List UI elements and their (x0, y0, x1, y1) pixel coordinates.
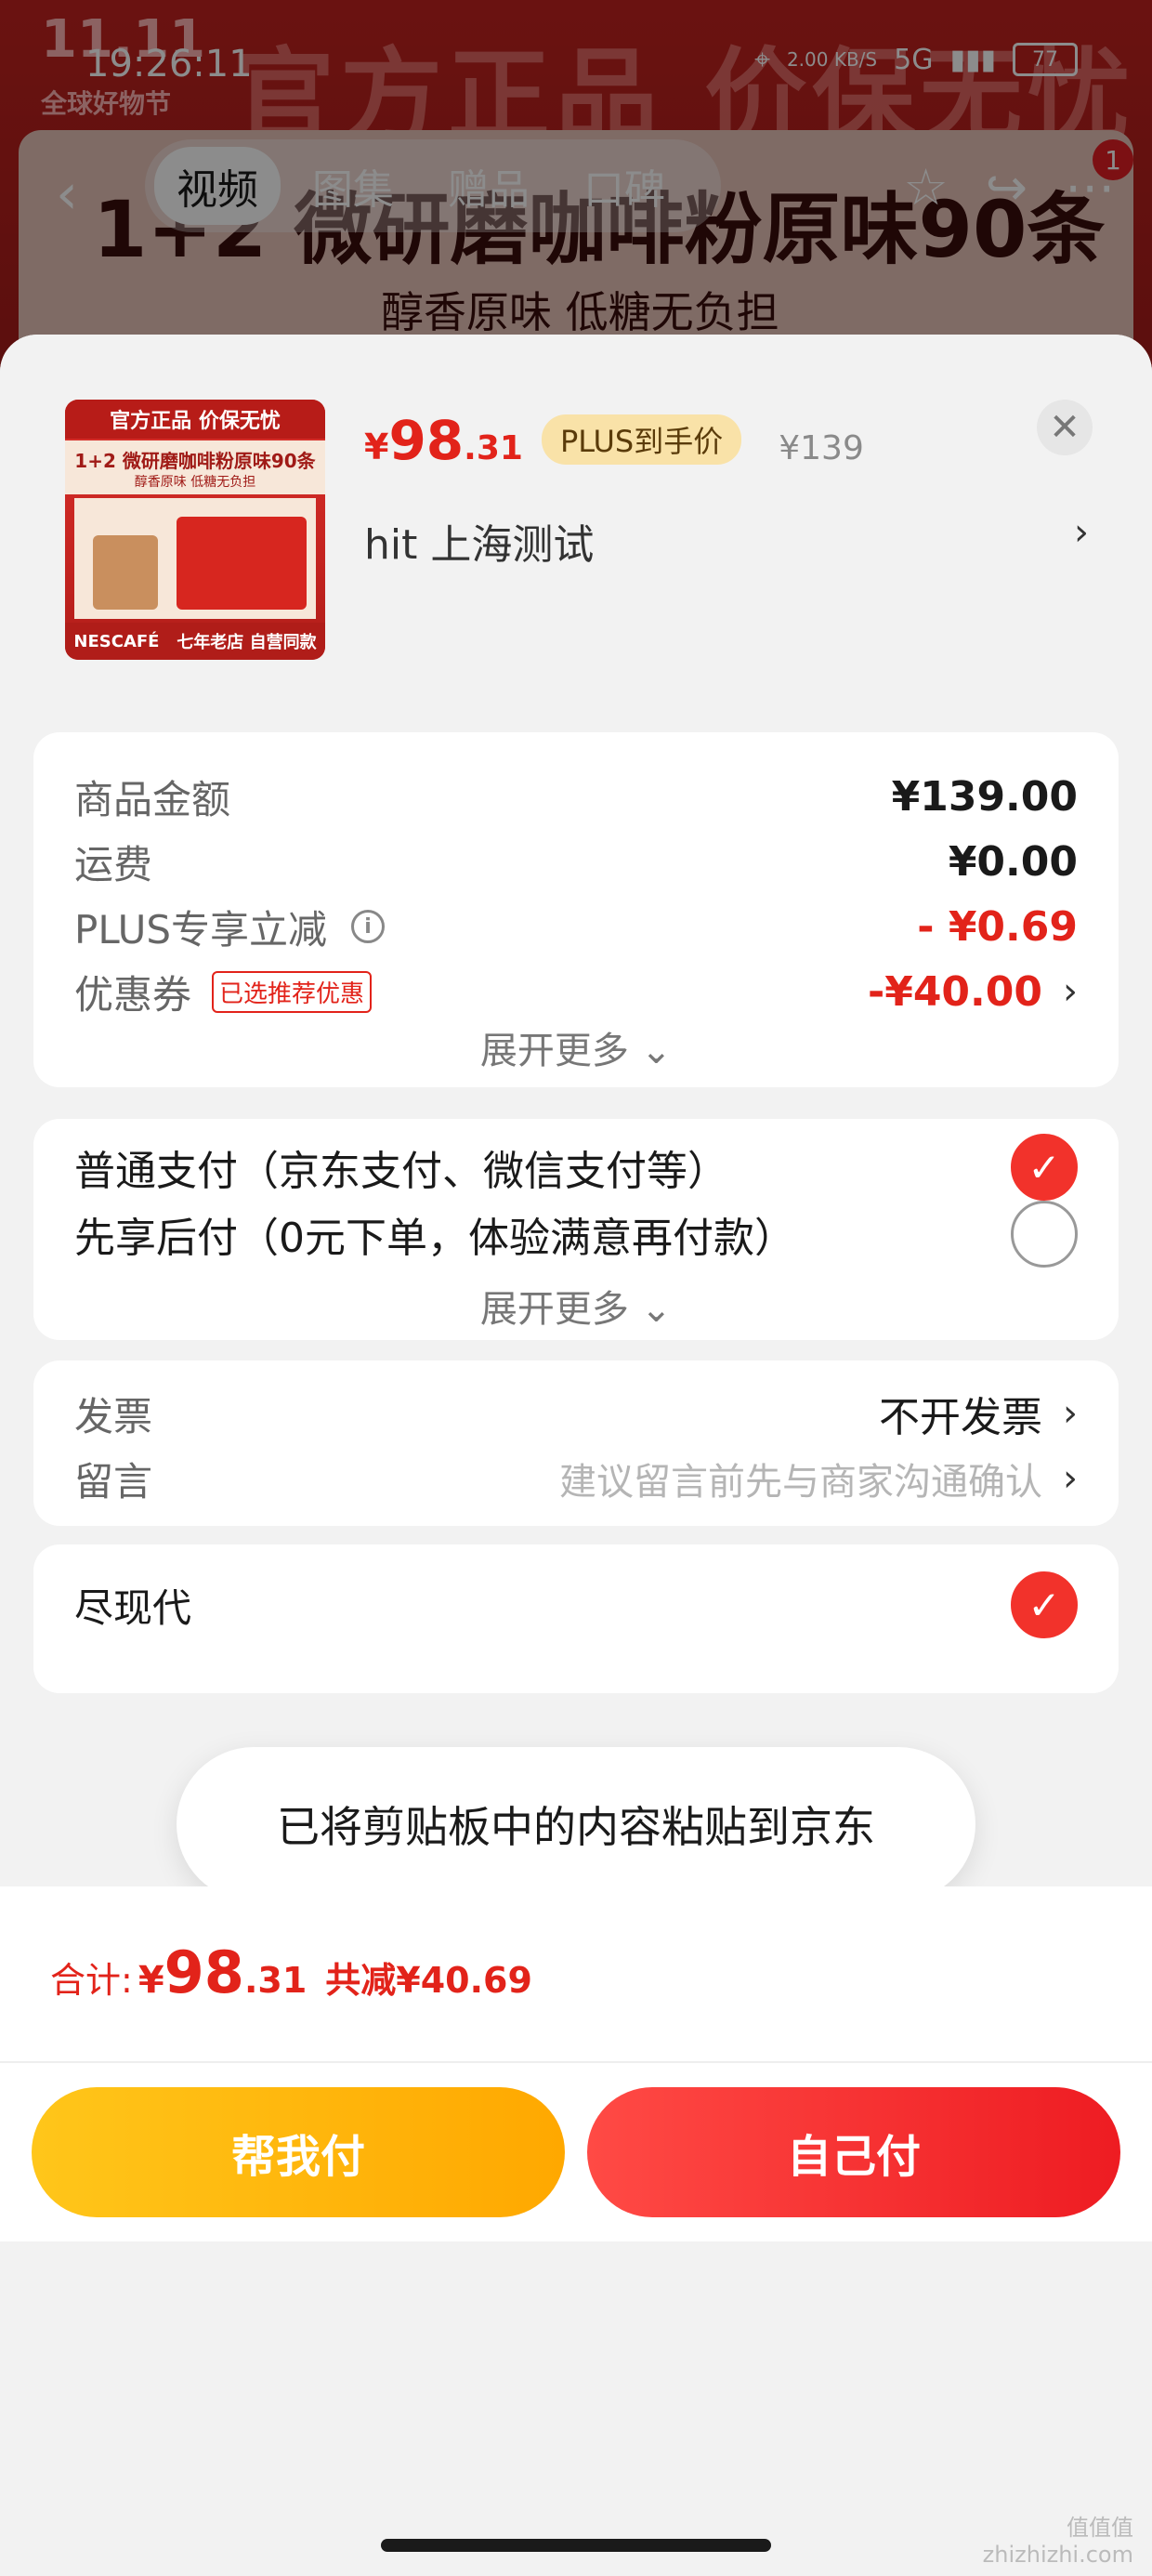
coupon-tag: 已选推荐优惠 (212, 970, 373, 1013)
payment-card: 普通支付（京东支付、微信支付等） ✓ 先享后付（0元下单，体验满意再付款） 展开… (33, 1119, 1119, 1340)
chevron-right-icon: › (1063, 1392, 1078, 1435)
clipboard-toast: 已将剪贴板中的内容粘贴到京东 (177, 1747, 975, 1901)
expand-more-payment[interactable]: 展开更多 ⌄ (33, 1279, 1119, 1333)
thumb-top-text: 官方正品 价保无忧 (65, 400, 325, 439)
invoice-row[interactable]: 发票 不开发票 › (74, 1381, 1078, 1446)
thumb-brand: NESCAFÉ (73, 631, 160, 651)
pay-myself-button[interactable]: 自己付 (587, 2087, 1120, 2217)
radio-checked-icon[interactable]: ✓ (1011, 1571, 1078, 1638)
original-price: ¥139 (779, 429, 864, 467)
total-savings: 共减¥40.69 (325, 1960, 532, 2001)
home-indicator[interactable] (381, 2539, 771, 2552)
info-icon[interactable]: i (351, 910, 386, 943)
payment-option-pay-later[interactable]: 先享后付（0元下单，体验满意再付款） (74, 1197, 1078, 1271)
summary-row-goods: 商品金额 ¥139.00 (74, 772, 1078, 822)
chevron-right-icon: › (1074, 511, 1089, 554)
thumb-footer: NESCAFÉ 七年老店 自营同款 (65, 623, 325, 660)
price-row: ¥98.31 PLUS到手价 ¥139 (364, 409, 864, 472)
divider (0, 2061, 1152, 2063)
coffee-box-image (177, 517, 307, 610)
total-row: 合计: ¥98.31 共减¥40.69 (50, 1939, 532, 2006)
payment-option-standard[interactable]: 普通支付（京东支付、微信支付等） ✓ (74, 1130, 1078, 1204)
thumb-image (74, 498, 316, 619)
background-product-page: 11.11 全球好物节 官方正品 价保无忧 19:26:11 ⌖ 2.00 KB… (0, 0, 1152, 390)
product-thumbnail: 官方正品 价保无忧 1+2 微研磨咖啡粉原味90条 醇香原味 低糖无负担 NES… (65, 400, 325, 660)
radio-unchecked-icon[interactable] (1011, 1201, 1078, 1268)
summary-row-coupon[interactable]: 优惠券 已选推荐优惠 -¥40.00 › (74, 959, 1078, 1024)
summary-row-shipping: 运费 ¥0.00 (74, 837, 1078, 887)
product-price: ¥98.31 (364, 409, 523, 472)
order-extra-card: 发票 不开发票 › 留言 建议留言前先与商家沟通确认 › (33, 1360, 1119, 1526)
address-selector[interactable]: hit 上海测试 › (364, 511, 1089, 571)
thumb-store: 七年老店 自营同款 (177, 633, 317, 652)
radio-checked-icon[interactable]: ✓ (1011, 1134, 1078, 1201)
partial-card: 尽现代 ✓ (33, 1544, 1119, 1693)
chevron-right-icon: › (1063, 970, 1078, 1013)
chevron-right-icon: › (1063, 1457, 1078, 1500)
total-label: 合计: (50, 1960, 133, 2001)
checkout-bottom-bar: 合计: ¥98.31 共减¥40.69 帮我付 自己付 (0, 1886, 1152, 2241)
close-button[interactable]: ✕ (1037, 400, 1093, 455)
message-row[interactable]: 留言 建议留言前先与商家沟通确认 › (74, 1446, 1078, 1511)
thumb-subtitle: 醇香原味 低糖无负担 (65, 472, 325, 494)
message-input[interactable]: 建议留言前先与商家沟通确认 (559, 1452, 1042, 1505)
dim-overlay[interactable] (0, 0, 1152, 390)
price-summary-card: 商品金额 ¥139.00 运费 ¥0.00 PLUS专享立减 i - ¥0.69… (33, 732, 1119, 1087)
expand-more-summary[interactable]: 展开更多 ⌄ (33, 1020, 1119, 1074)
coffee-cup-image (93, 535, 158, 610)
help-me-pay-button[interactable]: 帮我付 (32, 2087, 565, 2217)
total-price: ¥98.31 (137, 1939, 308, 2006)
watermark: 值值值 zhizhizhi.com (982, 2515, 1133, 2568)
address-text: hit 上海测试 (364, 521, 595, 569)
product-header: 官方正品 价保无忧 1+2 微研磨咖啡粉原味90条 醇香原味 低糖无负担 NES… (0, 335, 1152, 725)
plus-price-badge: PLUS到手价 (541, 414, 742, 465)
summary-row-plus: PLUS专享立减 i - ¥0.69 (74, 902, 1078, 953)
partial-row[interactable]: 尽现代 ✓ (74, 1571, 1078, 1638)
